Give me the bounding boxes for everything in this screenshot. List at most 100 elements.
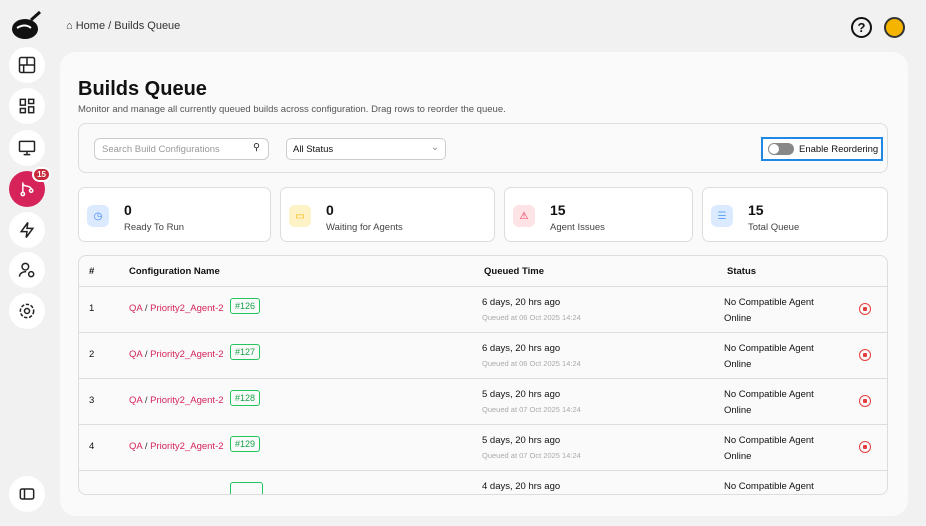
project-name[interactable]: QA (129, 395, 142, 406)
configuration-link[interactable]: QA / Priority2_Agent-2 (129, 395, 224, 406)
config-name[interactable]: Priority2_Agent-2 (150, 349, 223, 360)
table-row[interactable]: 4 days, 20 hrs ago No Compatible Agent (79, 470, 887, 494)
project-name[interactable]: QA (129, 303, 142, 314)
row-number: 1 (89, 303, 95, 314)
main-panel: Builds Queue Monitor and manage all curr… (60, 52, 908, 516)
enable-reordering-toggle[interactable]: Enable Reordering (761, 137, 883, 161)
build-number-tag[interactable]: #129 (230, 436, 261, 452)
list-icon: ☰ (711, 205, 733, 227)
configuration-link[interactable]: QA / Priority2_Agent-2 (129, 441, 224, 452)
build-number-tag[interactable]: #126 (230, 298, 261, 314)
breadcrumb-separator: / (108, 20, 112, 32)
stat-value: 15 (550, 202, 566, 218)
config-name[interactable]: Priority2_Agent-2 (150, 303, 223, 314)
sidebar-icon (19, 488, 35, 500)
search-icon: ⚲ (253, 142, 260, 153)
queued-ago: 5 days, 20 hrs ago (482, 389, 561, 400)
build-number-tag[interactable]: #127 (230, 344, 261, 360)
stop-icon[interactable] (859, 303, 871, 315)
search-input[interactable]: Search Build Configurations ⚲ (94, 138, 269, 160)
clock-icon: ◷ (87, 205, 109, 227)
stat-value: 0 (124, 202, 132, 218)
project-name[interactable]: QA (129, 441, 142, 452)
toggle-label: Enable Reordering (799, 143, 879, 155)
queued-at: Queued at 07 Oct 2025 14:24 (482, 451, 581, 460)
stat-waiting-for-agents: ▭ 0 Waiting for Agents (280, 187, 495, 242)
row-number: 3 (89, 395, 95, 406)
queued-ago: 4 days, 20 hrs ago (482, 481, 561, 492)
filter-bar: Search Build Configurations ⚲ All Status ⌄… (78, 123, 888, 173)
status-text: No Compatible Agent Online (724, 389, 814, 416)
page-subtitle: Monitor and manage all currently queued … (78, 104, 506, 115)
sidebar-item-user-settings[interactable] (9, 252, 45, 288)
sidebar-item-settings[interactable] (9, 293, 45, 329)
page-title: Builds Queue (78, 78, 207, 100)
status-text: No Compatible Agent Online (724, 435, 814, 462)
search-placeholder: Search Build Configurations (102, 144, 220, 155)
monitor-icon (18, 140, 36, 156)
toggle-switch[interactable] (768, 143, 794, 155)
git-branch-icon (20, 182, 34, 197)
queued-ago: 5 days, 20 hrs ago (482, 435, 561, 446)
breadcrumb-home[interactable]: Home (76, 20, 105, 32)
stat-total-queue: ☰ 15 Total Queue (702, 187, 888, 242)
gear-icon (19, 303, 35, 319)
layout-icon (18, 56, 36, 74)
stat-ready-to-run: ◷ 0 Ready To Run (78, 187, 271, 242)
stat-agent-issues: ⚠ 15 Agent Issues (504, 187, 693, 242)
stop-icon[interactable] (859, 395, 871, 407)
breadcrumb-current: Builds Queue (114, 20, 181, 32)
chevron-down-icon: ⌄ (431, 142, 439, 153)
grid-icon (19, 98, 35, 114)
header-configuration: Configuration Name (129, 266, 220, 277)
queued-ago: 6 days, 20 hrs ago (482, 297, 561, 308)
build-number-tag[interactable] (230, 482, 263, 494)
queued-ago: 6 days, 20 hrs ago (482, 343, 561, 354)
stat-label: Agent Issues (550, 222, 605, 233)
row-number: 2 (89, 349, 95, 360)
stop-icon[interactable] (859, 349, 871, 361)
queue-count-badge: 15 (32, 167, 51, 182)
table-row[interactable]: 3 QA / Priority2_Agent-2 #128 Queued at … (79, 378, 887, 424)
stop-icon[interactable] (859, 441, 871, 453)
header-status: Status (727, 266, 757, 277)
queued-at: Queued at 06 Oct 2025 14:24 (482, 359, 581, 368)
configuration-link[interactable]: QA / Priority2_Agent-2 (129, 303, 224, 314)
configuration-link[interactable]: QA / Priority2_Agent-2 (129, 349, 224, 360)
header-queued-time: Queued Time (484, 266, 545, 277)
project-name[interactable]: QA (129, 349, 142, 360)
user-gear-icon (18, 262, 35, 278)
row-number: 4 (89, 441, 95, 452)
status-selected: All Status (293, 144, 334, 155)
table-row[interactable]: 4 QA / Priority2_Agent-2 #129 Queued at … (79, 424, 887, 470)
sidebar-item-overview[interactable] (9, 88, 45, 124)
status-select[interactable]: All Status ⌄ (286, 138, 446, 160)
sidebar-item-actions[interactable] (9, 212, 45, 248)
table-row[interactable]: 1 QA / Priority2_Agent-2 #126 Queued at … (79, 286, 887, 332)
header-number: # (89, 266, 95, 277)
warning-icon: ⚠ (513, 205, 535, 227)
config-name[interactable]: Priority2_Agent-2 (150, 395, 223, 406)
stat-label: Total Queue (748, 222, 800, 233)
status-text: No Compatible Agent Online (724, 297, 814, 324)
home-icon: ⌂ (66, 20, 73, 32)
status-text: No Compatible Agent Online (724, 343, 814, 370)
lightning-icon (19, 222, 35, 238)
config-name[interactable]: Priority2_Agent-2 (150, 441, 223, 452)
breadcrumb: ⌂ Home / Builds Queue (66, 20, 180, 32)
table-row[interactable]: 2 QA / Priority2_Agent-2 #127 Queued at … (79, 332, 887, 378)
stat-label: Ready To Run (124, 222, 185, 233)
help-icon[interactable]: ? (851, 17, 872, 38)
sidebar-toggle-button[interactable] (9, 476, 45, 512)
stat-value: 0 (326, 202, 334, 218)
sidebar-item-monitor[interactable] (9, 130, 45, 166)
sidebar-item-builds-queue[interactable]: 15 (9, 167, 51, 207)
stat-value: 15 (748, 202, 764, 218)
logo (11, 8, 43, 40)
avatar[interactable] (884, 17, 905, 38)
build-number-tag[interactable]: #128 (230, 390, 261, 406)
sidebar-item-dashboard[interactable] (9, 47, 45, 83)
status-text: No Compatible Agent (724, 481, 814, 492)
queued-at: Queued at 07 Oct 2025 14:24 (482, 405, 581, 414)
queued-at: Queued at 06 Oct 2025 14:24 (482, 313, 581, 322)
